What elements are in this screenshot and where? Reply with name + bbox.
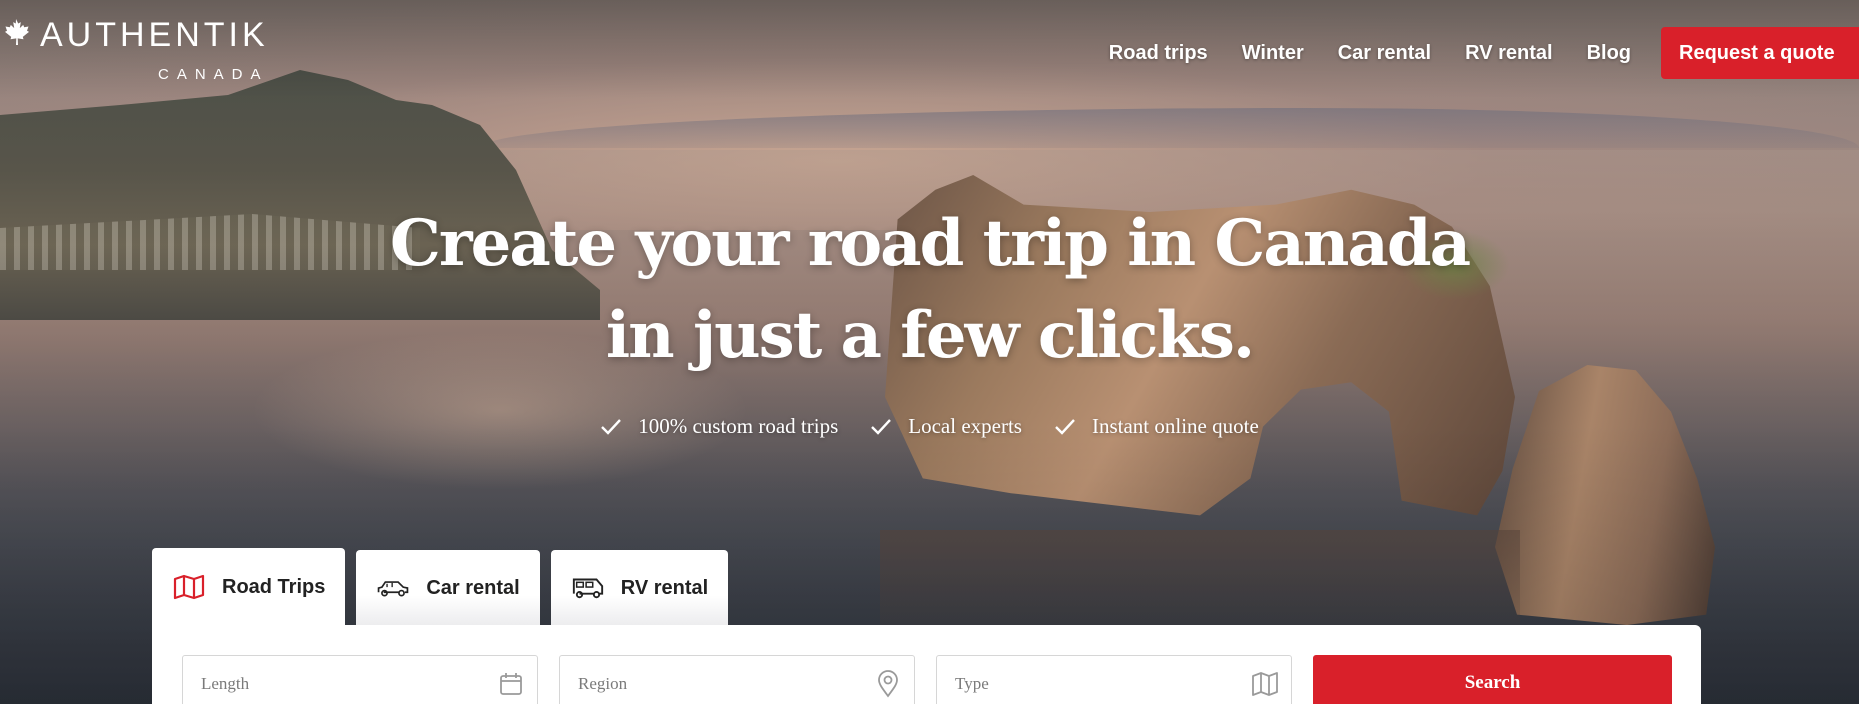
headline-line-1: Create your road trip in Canada (389, 206, 1471, 281)
feature-label: 100% custom road trips (638, 414, 839, 438)
nav-link-blog[interactable]: Blog (1587, 42, 1631, 65)
region-field[interactable]: Region (559, 655, 915, 704)
hero-section: AUTHENTIK CANADA Road trips Winter Car r… (0, 0, 1859, 704)
feature-label: Local experts (908, 414, 1022, 438)
nav-link-rv-rental[interactable]: RV rental (1465, 42, 1552, 65)
request-quote-button[interactable]: Request a quote (1661, 27, 1859, 79)
field-placeholder: Region (578, 674, 628, 693)
type-field[interactable]: Type (936, 655, 1292, 704)
feature-item: Instant online quote (1054, 414, 1259, 439)
nav-link-car-rental[interactable]: Car rental (1338, 42, 1431, 65)
feature-list: 100% custom road trips Local experts Ins… (0, 414, 1859, 439)
search-panel: Length Region Type Search (152, 625, 1701, 704)
tab-label: Car rental (426, 576, 520, 599)
main-nav: Road trips Winter Car rental RV rental B… (1109, 27, 1859, 79)
check-icon (601, 418, 622, 435)
maple-leaf-icon (5, 19, 29, 45)
field-placeholder: Length (201, 674, 250, 693)
field-placeholder: Type (955, 674, 989, 693)
map-icon (1252, 672, 1278, 696)
tab-rv-rental[interactable]: RV rental (550, 550, 729, 626)
feature-label: Instant online quote (1091, 414, 1259, 438)
tab-car-rental[interactable]: Car rental (356, 550, 540, 626)
hero-headline: Create your road trip in Canada in just … (0, 198, 1859, 382)
search-tabs: Road Trips Car rental RV rental (152, 548, 739, 626)
logo[interactable]: AUTHENTIK CANADA (2, 16, 292, 86)
length-field[interactable]: Length (182, 655, 538, 704)
nav-link-winter[interactable]: Winter (1242, 42, 1304, 65)
tab-road-trips[interactable]: Road Trips (152, 548, 346, 626)
check-icon (1055, 418, 1075, 435)
headline-line-2: in just a few clicks. (605, 298, 1255, 373)
car-icon (378, 581, 409, 597)
map-icon (173, 574, 205, 600)
nav-link-road-trips[interactable]: Road trips (1109, 42, 1208, 65)
search-button[interactable]: Search (1313, 655, 1672, 704)
logo-subtitle: CANADA (158, 66, 269, 83)
feature-item: 100% custom road trips (600, 414, 838, 439)
calendar-icon (500, 673, 522, 695)
feature-item: Local experts (870, 414, 1022, 439)
location-pin-icon (878, 670, 898, 698)
tab-label: RV rental (620, 576, 709, 599)
tab-label: Road Trips (222, 575, 326, 598)
check-icon (871, 418, 892, 435)
rv-icon (572, 578, 603, 599)
logo-wordmark: AUTHENTIK (40, 16, 269, 54)
